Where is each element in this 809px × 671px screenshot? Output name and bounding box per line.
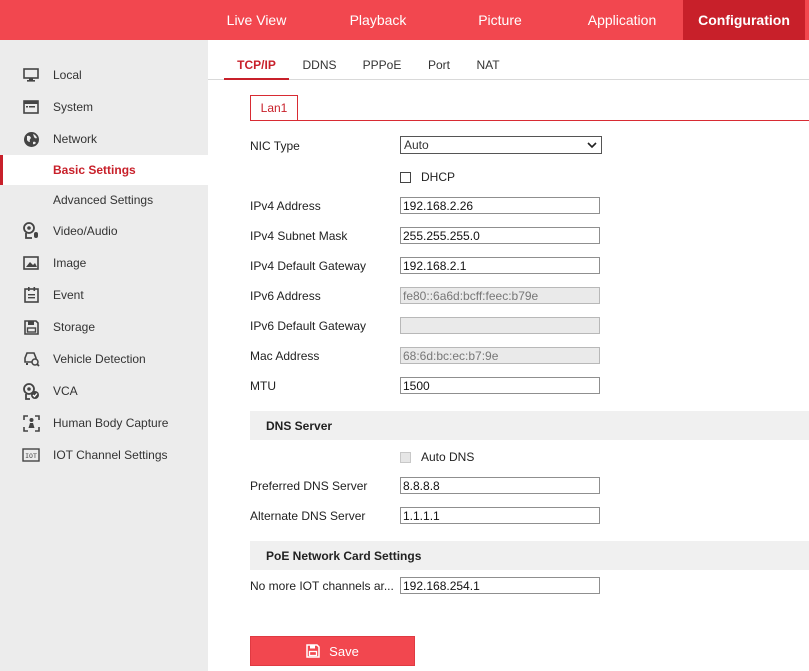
sidebar-item-vca[interactable]: VCA xyxy=(0,376,208,406)
sidebar-item-event[interactable]: Event xyxy=(0,280,208,310)
camera-mic-icon xyxy=(22,222,40,240)
tab-lan1[interactable]: Lan1 xyxy=(250,95,298,120)
ipv4-default-gateway-field[interactable] xyxy=(400,257,600,274)
sidebar-item-advanced-settings[interactable]: Advanced Settings xyxy=(0,185,208,215)
sidebar: Local System Network Basic Settings Adva… xyxy=(0,40,208,671)
sidebar-item-label: Advanced Settings xyxy=(53,193,154,207)
sidebar-item-basic-settings[interactable]: Basic Settings xyxy=(0,155,208,185)
top-navigation-bar: Live View Playback Picture Application C… xyxy=(0,0,809,40)
iot-channels-label: No more IOT channels ar... xyxy=(250,579,394,593)
alternate-dns-label: Alternate DNS Server xyxy=(250,509,366,523)
sidebar-item-label: Network xyxy=(53,132,98,146)
ipv6-address-field xyxy=(400,287,600,304)
ipv4-address-field[interactable] xyxy=(400,197,600,214)
sidebar-item-network[interactable]: Network xyxy=(0,124,208,154)
sidebar-item-label: Event xyxy=(53,288,84,302)
auto-dns-checkbox[interactable]: Auto DNS xyxy=(400,450,474,464)
sidebar-item-system[interactable]: System xyxy=(0,92,208,122)
nic-type-select[interactable]: Auto xyxy=(400,136,602,154)
tab-bar: TCP/IP DDNS PPPoE Port NAT xyxy=(208,50,809,80)
nav-application[interactable]: Application xyxy=(561,0,683,40)
dhcp-label: DHCP xyxy=(421,170,456,184)
sidebar-item-video-audio[interactable]: Video/Audio xyxy=(0,216,208,246)
nav-configuration[interactable]: Configuration xyxy=(683,0,805,40)
tab-pppoe[interactable]: PPPoE xyxy=(357,50,407,79)
monitor-icon xyxy=(22,66,40,84)
window-icon xyxy=(22,98,40,116)
ipv6-default-gateway-label: IPv6 Default Gateway xyxy=(250,319,367,333)
iot-channel-ip-field[interactable] xyxy=(400,577,600,594)
sidebar-item-vehicle-detection[interactable]: Vehicle Detection xyxy=(0,344,208,374)
auto-dns-checkbox-box[interactable] xyxy=(400,451,411,463)
sidebar-item-image[interactable]: Image xyxy=(0,248,208,278)
sidebar-item-label: System xyxy=(53,100,94,114)
nic-type-label: NIC Type xyxy=(250,139,300,153)
calendar-icon xyxy=(22,286,40,304)
sidebar-item-label: Basic Settings xyxy=(53,163,136,177)
nic-type-value: Auto xyxy=(404,138,429,152)
sidebar-item-local[interactable]: Local xyxy=(0,60,208,90)
nav-playback[interactable]: Playback xyxy=(317,0,439,40)
iot-icon: IOT xyxy=(22,446,40,464)
body-capture-icon xyxy=(22,414,40,432)
sidebar-item-iot-channel-settings[interactable]: IOT IOT Channel Settings xyxy=(0,440,208,470)
sidebar-item-human-body-capture[interactable]: Human Body Capture xyxy=(0,408,208,438)
save-label: Save xyxy=(329,643,359,659)
sidebar-item-storage[interactable]: Storage xyxy=(0,312,208,342)
svg-text:IOT: IOT xyxy=(25,452,37,460)
sidebar-item-label: Storage xyxy=(53,320,96,334)
ipv6-address-label: IPv6 Address xyxy=(250,289,321,303)
sidebar-item-label: Local xyxy=(53,68,82,82)
ipv6-default-gateway-field xyxy=(400,317,600,334)
mac-address-label: Mac Address xyxy=(250,349,320,363)
auto-dns-label: Auto DNS xyxy=(421,450,475,464)
alternate-dns-field[interactable] xyxy=(400,507,600,524)
main-content: TCP/IP DDNS PPPoE Port NAT Lan1 NIC Type… xyxy=(208,40,809,671)
sidebar-item-label: IOT Channel Settings xyxy=(53,448,168,462)
preferred-dns-label: Preferred DNS Server xyxy=(250,479,368,493)
save-icon xyxy=(306,644,320,658)
chevron-down-icon xyxy=(587,142,597,149)
preferred-dns-field[interactable] xyxy=(400,477,600,494)
tab-nat[interactable]: NAT xyxy=(470,50,506,79)
dns-server-section: DNS Server xyxy=(250,411,809,440)
sidebar-item-label: Human Body Capture xyxy=(53,416,169,430)
tab-tcp-ip[interactable]: TCP/IP xyxy=(224,50,289,80)
dhcp-checkbox[interactable]: DHCP xyxy=(400,170,455,184)
nav-live-view[interactable]: Live View xyxy=(196,0,317,40)
tab-ddns[interactable]: DDNS xyxy=(296,50,343,79)
ipv4-subnet-mask-field[interactable] xyxy=(400,227,600,244)
ipv4-address-label: IPv4 Address xyxy=(250,199,321,213)
tab-port[interactable]: Port xyxy=(422,50,456,79)
sidebar-item-label: Video/Audio xyxy=(53,224,118,238)
section-title: PoE Network Card Settings xyxy=(266,549,422,563)
mac-address-field xyxy=(400,347,600,364)
sidebar-item-label: Image xyxy=(53,256,87,270)
dhcp-checkbox-box[interactable] xyxy=(400,171,411,183)
ipv4-subnet-mask-label: IPv4 Subnet Mask xyxy=(250,229,348,243)
sidebar-item-label: Vehicle Detection xyxy=(53,352,146,366)
nav-picture[interactable]: Picture xyxy=(439,0,561,40)
save-button[interactable]: Save xyxy=(250,636,415,666)
ipv4-default-gateway-label: IPv4 Default Gateway xyxy=(250,259,367,273)
mtu-label: MTU xyxy=(250,379,276,393)
image-icon xyxy=(22,254,40,272)
section-title: DNS Server xyxy=(266,419,333,433)
vehicle-search-icon xyxy=(22,350,40,368)
poe-network-card-section: PoE Network Card Settings xyxy=(250,541,809,570)
lan-divider xyxy=(250,120,809,121)
sidebar-item-label: VCA xyxy=(53,384,78,398)
mtu-field[interactable] xyxy=(400,377,600,394)
globe-icon xyxy=(22,130,40,148)
top-nav: Live View Playback Picture Application C… xyxy=(196,0,805,40)
vca-camera-icon xyxy=(22,382,40,400)
disk-icon xyxy=(22,318,40,336)
